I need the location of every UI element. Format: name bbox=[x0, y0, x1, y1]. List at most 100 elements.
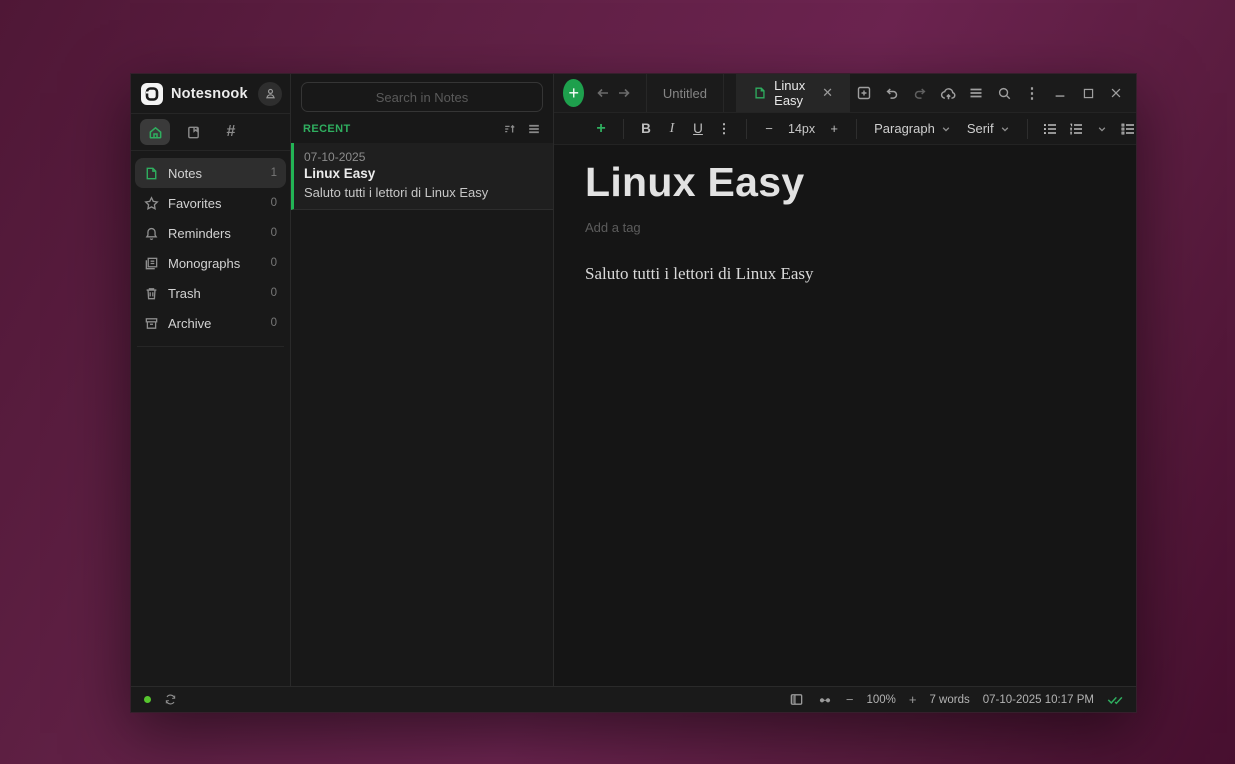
star-icon bbox=[144, 195, 159, 211]
account-button[interactable] bbox=[258, 81, 282, 106]
forward-button[interactable] bbox=[614, 85, 635, 101]
note-title: Linux Easy bbox=[304, 166, 376, 181]
sidebar-item-count: 1 bbox=[270, 167, 277, 179]
saved-check-icon bbox=[1107, 693, 1124, 706]
font-family-dropdown[interactable]: Serif bbox=[959, 117, 1018, 141]
status-bar-right: − 100% + 7 words 07-10-2025 10:17 PM bbox=[789, 692, 1124, 708]
desktop: { "app": { "title": "Notesnook" }, "colo… bbox=[0, 0, 1235, 764]
notesnook-logo-icon bbox=[141, 82, 163, 105]
sidebar-item-trash[interactable]: Trash 0 bbox=[135, 278, 286, 308]
sidebar-item-reminders[interactable]: Reminders 0 bbox=[135, 218, 286, 248]
notes-list-panel: RECENT 07-10-2025 Linux Easy Saluto tutt… bbox=[291, 74, 554, 686]
font-size-value[interactable]: 14px bbox=[782, 122, 821, 136]
editor-top-actions: ⋮ bbox=[850, 79, 1136, 107]
sidebar-item-label: Monographs bbox=[168, 255, 241, 271]
chevron-down-icon bbox=[1000, 124, 1010, 134]
tab-linux-easy[interactable]: Linux Easy ✕ bbox=[736, 74, 850, 112]
editor-content[interactable]: Linux Easy Add a tag Saluto tutti i lett… bbox=[554, 145, 1136, 686]
sidebar-item-label: Trash bbox=[168, 285, 201, 301]
sidebar-item-count: 0 bbox=[270, 317, 277, 329]
redo-icon[interactable] bbox=[906, 79, 934, 107]
plus-icon: + bbox=[568, 83, 579, 103]
maximize-button[interactable] bbox=[1074, 79, 1102, 107]
tab-label: Untitled bbox=[662, 85, 707, 101]
archive-icon bbox=[144, 316, 159, 331]
bullet-list-button[interactable] bbox=[1037, 117, 1063, 141]
tab-untitled[interactable]: Untitled bbox=[645, 74, 724, 112]
chevron-down-icon bbox=[941, 124, 951, 134]
sync-cloud-icon[interactable] bbox=[934, 79, 962, 107]
panel-toggle-icon[interactable] bbox=[789, 692, 804, 707]
bold-button[interactable]: B bbox=[633, 117, 659, 141]
tags-button[interactable]: # bbox=[216, 119, 246, 145]
note-list-item[interactable]: 07-10-2025 Linux Easy Saluto tutti i let… bbox=[291, 143, 553, 210]
focus-mode-icon[interactable] bbox=[817, 692, 833, 708]
sidebar-item-archive[interactable]: Archive 0 bbox=[135, 308, 286, 338]
checklist-button[interactable] bbox=[1115, 117, 1136, 141]
sidebar-item-label: Reminders bbox=[168, 225, 231, 241]
zoom-level[interactable]: 100% bbox=[866, 694, 895, 706]
more-formatting-icon[interactable]: ⋮ bbox=[711, 117, 737, 141]
main-area: Notesnook # Notes 1 Favorites 0 Reminder… bbox=[131, 74, 1136, 686]
saved-timestamp: 07-10-2025 10:17 PM bbox=[982, 693, 1094, 706]
formatting-toolbar: + B I U ⋮ − 14px + Paragraph Serif bbox=[554, 112, 1136, 145]
monographs-icon bbox=[144, 256, 159, 271]
hash-icon: # bbox=[226, 123, 236, 140]
insert-button[interactable]: + bbox=[588, 117, 614, 141]
word-count: 7 words bbox=[929, 693, 970, 706]
tab-label: Linux Easy bbox=[774, 78, 806, 108]
editor-panel: + Untitled Linux Easy ✕ ⋮ + B I U ⋮ − 14… bbox=[554, 74, 1136, 686]
close-window-button[interactable] bbox=[1102, 79, 1130, 107]
numbered-list-button[interactable] bbox=[1063, 117, 1089, 141]
sidebar-divider bbox=[137, 346, 284, 347]
note-icon bbox=[144, 166, 159, 181]
notebooks-button[interactable] bbox=[178, 119, 208, 145]
minimize-button[interactable] bbox=[1046, 79, 1074, 107]
sidebar-item-notes[interactable]: Notes 1 bbox=[135, 158, 286, 188]
sidebar-item-favorites[interactable]: Favorites 0 bbox=[135, 188, 286, 218]
sidebar-item-count: 0 bbox=[270, 287, 277, 299]
back-button[interactable] bbox=[592, 85, 613, 101]
note-body-text[interactable]: Saluto tutti i lettori di Linux Easy bbox=[585, 264, 1105, 284]
block-type-dropdown[interactable]: Paragraph bbox=[866, 117, 959, 141]
table-of-contents-icon[interactable] bbox=[962, 79, 990, 107]
search-input[interactable] bbox=[301, 82, 543, 112]
sidebar-item-monographs[interactable]: Monographs 0 bbox=[135, 248, 286, 278]
sidebar-item-label: Archive bbox=[168, 315, 212, 331]
note-date: 07-10-2025 bbox=[304, 150, 366, 164]
underline-button[interactable]: U bbox=[685, 117, 711, 141]
note-preview: Saluto tutti i lettori di Linux Easy bbox=[304, 185, 489, 200]
add-tag-input[interactable]: Add a tag bbox=[585, 220, 1105, 235]
trash-icon bbox=[144, 286, 159, 301]
undo-icon[interactable] bbox=[878, 79, 906, 107]
new-note-button[interactable]: + bbox=[563, 79, 585, 107]
sync-status-icon[interactable] bbox=[164, 693, 177, 706]
sort-button[interactable] bbox=[503, 122, 517, 136]
decrease-font-button[interactable]: − bbox=[756, 117, 782, 141]
sidebar-header: Notesnook bbox=[131, 74, 290, 114]
new-window-note-icon[interactable] bbox=[850, 79, 878, 107]
sidebar-item-label: Favorites bbox=[168, 195, 222, 211]
note-title-input[interactable]: Linux Easy bbox=[585, 159, 1105, 206]
home-button[interactable] bbox=[140, 119, 170, 145]
file-icon bbox=[753, 86, 767, 100]
tab-close-icon[interactable]: ✕ bbox=[822, 85, 833, 101]
increase-font-button[interactable]: + bbox=[821, 117, 847, 141]
editor-tab-bar: + Untitled Linux Easy ✕ ⋮ bbox=[554, 74, 1136, 112]
bell-icon bbox=[144, 226, 159, 241]
sidebar-quick-row: # bbox=[131, 114, 290, 151]
sidebar-item-label: Notes bbox=[168, 165, 202, 181]
italic-button[interactable]: I bbox=[659, 117, 685, 141]
sidebar-item-count: 0 bbox=[270, 197, 277, 209]
notesnook-window: Notesnook # Notes 1 Favorites 0 Reminder… bbox=[130, 73, 1137, 713]
more-options-icon[interactable]: ⋮ bbox=[1018, 79, 1046, 107]
list-view-button[interactable] bbox=[527, 122, 541, 136]
online-status-dot bbox=[144, 696, 151, 703]
recent-section-label: RECENT bbox=[303, 123, 351, 135]
status-bar: − 100% + 7 words 07-10-2025 10:17 PM bbox=[131, 686, 1136, 712]
search-icon[interactable] bbox=[990, 79, 1018, 107]
zoom-in-button[interactable]: + bbox=[909, 692, 917, 707]
sidebar-nav: Notes 1 Favorites 0 Reminders 0 Monograp… bbox=[131, 151, 290, 347]
zoom-out-button[interactable]: − bbox=[846, 692, 854, 707]
list-options-chevron-icon[interactable] bbox=[1089, 117, 1115, 141]
